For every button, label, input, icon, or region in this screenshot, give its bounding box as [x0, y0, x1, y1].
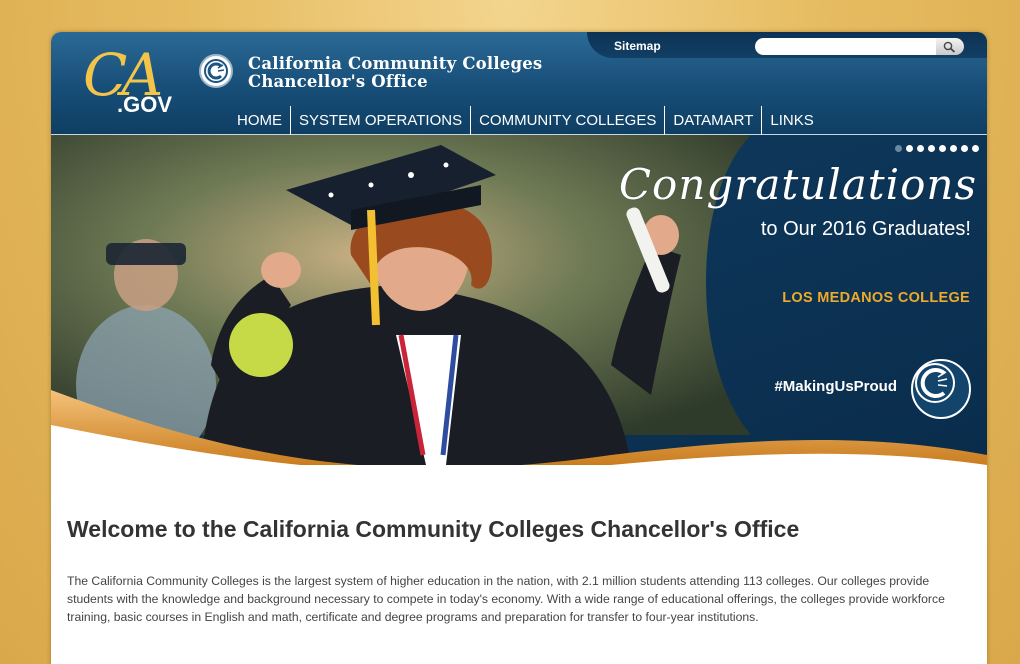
search-button[interactable]	[936, 38, 964, 55]
slide-dot[interactable]	[906, 145, 913, 152]
chancellor-seal-icon[interactable]	[199, 54, 233, 88]
nav-item-datamart[interactable]: DATAMART	[665, 106, 763, 135]
org-name-line1: California Community Colleges	[248, 54, 543, 73]
slide-dot[interactable]	[895, 145, 902, 152]
slide-indicators	[895, 145, 979, 152]
nav-item-links[interactable]: LINKS	[762, 106, 821, 135]
search-icon	[943, 41, 956, 53]
banner-college-name: LOS MEDANOS COLLEGE	[782, 290, 970, 306]
banner-seal-icon	[911, 359, 971, 419]
banner-headline: Congratulations	[618, 160, 977, 209]
banner-hashtag: #MakingUsProud	[774, 378, 897, 395]
search-input[interactable]	[755, 38, 936, 55]
slide-dot[interactable]	[950, 145, 957, 152]
slide-dot[interactable]	[939, 145, 946, 152]
main-nav: HOME SYSTEM OPERATIONS COMMUNITY COLLEGE…	[229, 106, 822, 135]
intro-paragraph: The California Community Colleges is the…	[67, 574, 945, 624]
org-name[interactable]: California Community Colleges Chancellor…	[248, 55, 542, 91]
sitemap-link[interactable]: Sitemap	[614, 39, 661, 53]
nav-item-community-colleges[interactable]: COMMUNITY COLLEGES	[471, 106, 666, 135]
page-container: CA .GOV California Community Colleges Ch…	[51, 32, 987, 664]
logo-gov-text: .GOV	[117, 92, 173, 117]
nav-item-home[interactable]: HOME	[229, 106, 291, 135]
hero-banner[interactable]: Congratulations to Our 2016 Graduates! L…	[51, 135, 987, 465]
page-title: Welcome to the California Community Coll…	[67, 516, 800, 542]
ca-gov-logo[interactable]: CA .GOV	[83, 46, 183, 126]
nav-item-system-operations[interactable]: SYSTEM OPERATIONS	[291, 106, 472, 135]
site-header: CA .GOV California Community Colleges Ch…	[51, 32, 987, 135]
slide-dot[interactable]	[972, 145, 979, 152]
slide-dot[interactable]	[928, 145, 935, 152]
banner-subline: to Our 2016 Graduates!	[760, 218, 971, 240]
slide-dot[interactable]	[961, 145, 968, 152]
org-name-line2: Chancellor's Office	[248, 72, 428, 91]
slide-dot[interactable]	[917, 145, 924, 152]
